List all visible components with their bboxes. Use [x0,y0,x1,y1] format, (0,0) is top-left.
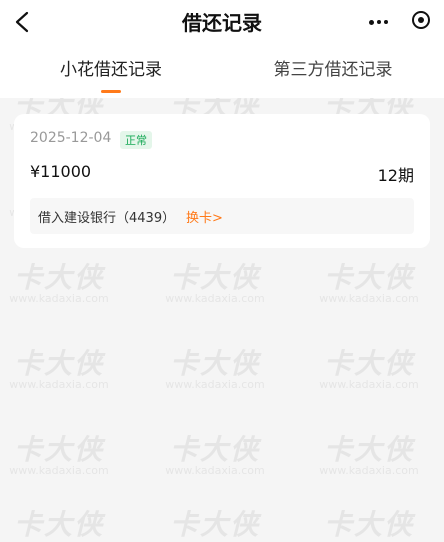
loan-amount: ¥11000 [30,162,92,181]
watermark: 卡大侠www.kadaxia.com [9,261,109,305]
watermark: 卡大侠 [169,508,260,541]
watermark: 卡大侠www.kadaxia.com [319,347,419,391]
nav-bar: 借还记录 [0,0,444,46]
watermark: 卡大侠 [323,508,414,541]
watermark: 卡大侠www.kadaxia.com [319,433,419,477]
bank-info: 借入建设银行（4439） 换卡> [30,198,414,234]
tab-label: 小花借还记录 [60,60,162,80]
watermark: 卡大侠www.kadaxia.com [165,433,265,477]
watermark: 卡大侠www.kadaxia.com [9,433,109,477]
tab-active-indicator [101,90,121,93]
watermark: 卡大侠www.kadaxia.com [9,347,109,391]
more-dots-icon[interactable] [364,10,392,34]
tab-label: 第三方借还记录 [273,60,393,80]
tab-third-party-records[interactable]: 第三方借还记录 [222,46,444,98]
watermark: 卡大侠www.kadaxia.com [165,347,265,391]
watermark: 卡大侠www.kadaxia.com [319,261,419,305]
change-card-link[interactable]: 换卡> [186,207,223,226]
record-date: 2025-12-04 [30,130,112,146]
tab-bar: 小花借还记录 第三方借还记录 [0,46,444,98]
watermark: 卡大侠 [13,508,104,541]
target-icon[interactable] [412,11,430,29]
loan-periods: 12期 [377,166,414,185]
bank-account-text: 借入建设银行（4439） [38,211,176,226]
tab-xiaohua-records[interactable]: 小花借还记录 [0,46,222,98]
status-badge: 正常 [120,131,152,149]
watermark: 卡大侠www.kadaxia.com [165,261,265,305]
loan-record-card[interactable]: 2025-12-04 正常 ¥11000 12期 借入建设银行（4439） 换卡… [14,114,430,248]
